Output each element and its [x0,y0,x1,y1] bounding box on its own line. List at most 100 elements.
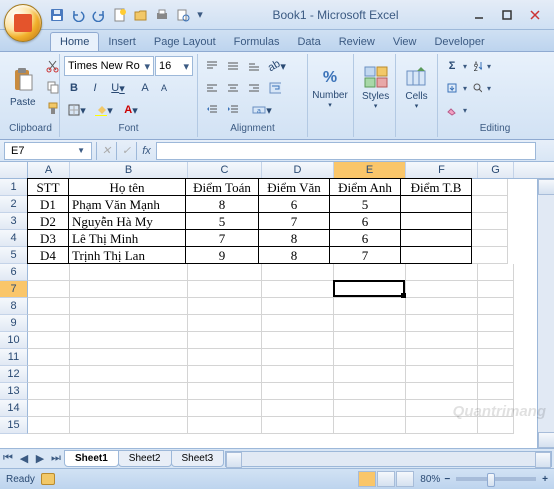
cell-C9[interactable] [188,315,262,332]
cell-G6[interactable] [478,264,514,281]
cell-A10[interactable] [28,332,70,349]
cell-D9[interactable] [262,315,334,332]
cell-E11[interactable] [334,349,406,366]
cell-B7[interactable] [70,281,188,298]
tab-data[interactable]: Data [288,33,329,51]
sheet-nav-first[interactable]: ⏮ [0,451,16,467]
cell-C12[interactable] [188,366,262,383]
cell-E9[interactable] [334,315,406,332]
cell-E7[interactable] [334,281,406,298]
cell-E12[interactable] [334,366,406,383]
row-header-13[interactable]: 13 [0,383,28,400]
office-button[interactable] [4,4,42,42]
underline-button[interactable]: U▾ [106,78,130,98]
page-layout-view-button[interactable] [377,471,395,487]
worksheet-grid[interactable]: ABCDEFG 1STTHọ tênĐiểm ToánĐiểm VănĐiểm … [0,162,554,448]
row-header-3[interactable]: 3 [0,213,28,230]
cell-B4[interactable]: Lê Thị Minh [68,229,186,247]
cell-A4[interactable]: D3 [27,229,69,247]
vertical-scrollbar[interactable] [537,179,554,448]
cell-D2[interactable]: 6 [258,195,330,213]
cell-C11[interactable] [188,349,262,366]
fx-button[interactable]: fx [136,142,156,160]
cell-G9[interactable] [478,315,514,332]
cell-C13[interactable] [188,383,262,400]
cell-C4[interactable]: 7 [185,229,259,247]
cell-D5[interactable]: 8 [258,246,330,264]
styles-button[interactable]: Styles▾ [358,56,393,118]
cell-A13[interactable] [28,383,70,400]
row-header-4[interactable]: 4 [0,230,28,247]
cell-F10[interactable] [406,332,478,349]
cell-F12[interactable] [406,366,478,383]
tab-view[interactable]: View [384,33,426,51]
formula-bar[interactable] [156,142,536,160]
cell-C6[interactable] [188,264,262,281]
cell-G10[interactable] [478,332,514,349]
cell-C14[interactable] [188,400,262,417]
zoom-out-button[interactable]: − [444,474,450,485]
cell-B1[interactable]: Họ tên [68,178,186,196]
column-header-D[interactable]: D [262,162,334,178]
cell-E10[interactable] [334,332,406,349]
sheet-nav-prev[interactable]: ◀ [16,451,32,467]
cell-E6[interactable] [334,264,406,281]
cell-G7[interactable] [478,281,514,298]
cell-E14[interactable] [334,400,406,417]
cell-G1[interactable] [472,179,508,196]
cell-A9[interactable] [28,315,70,332]
borders-button[interactable]: ▾ [64,100,90,120]
cell-D4[interactable]: 8 [258,229,330,247]
cell-F14[interactable] [406,400,478,417]
zoom-in-button[interactable]: + [542,474,548,485]
sheet-tab-sheet2[interactable]: Sheet2 [118,450,172,467]
cell-E5[interactable]: 7 [329,246,401,264]
cell-A5[interactable]: D4 [27,246,69,264]
align-center-button[interactable] [223,78,243,98]
tab-home[interactable]: Home [50,32,99,51]
cell-E4[interactable]: 6 [329,229,401,247]
sort-filter-button[interactable]: AZ [468,56,486,76]
cell-B14[interactable] [70,400,188,417]
print-preview-icon[interactable] [174,6,192,24]
paste-button[interactable]: Paste [6,56,40,118]
italic-button[interactable]: I [85,78,105,98]
cell-D8[interactable] [262,298,334,315]
cell-F6[interactable] [406,264,478,281]
cell-C2[interactable]: 8 [185,195,259,213]
redo-icon[interactable] [90,6,108,24]
cell-C15[interactable] [188,417,262,434]
cell-E1[interactable]: Điểm Anh [329,178,401,196]
cell-B3[interactable]: Nguyễn Hà My [68,212,186,230]
cell-E3[interactable]: 6 [329,212,401,230]
cell-F3[interactable] [400,212,472,230]
new-icon[interactable] [111,6,129,24]
sheet-tab-sheet3[interactable]: Sheet3 [171,450,225,467]
cell-G11[interactable] [478,349,514,366]
tab-review[interactable]: Review [330,33,384,51]
cell-G4[interactable] [472,230,508,247]
cell-F4[interactable] [400,229,472,247]
column-header-A[interactable]: A [28,162,70,178]
orientation-button[interactable]: ab▾ [265,56,289,76]
cell-F2[interactable] [400,195,472,213]
align-top-button[interactable] [202,56,222,76]
cell-F8[interactable] [406,298,478,315]
row-header-9[interactable]: 9 [0,315,28,332]
tab-insert[interactable]: Insert [99,33,145,51]
column-header-F[interactable]: F [406,162,478,178]
qat-customize-icon[interactable]: ▾ [195,6,205,24]
row-header-7[interactable]: 7 [0,281,28,298]
cell-G13[interactable] [478,383,514,400]
cell-C3[interactable]: 5 [185,212,259,230]
font-name-combo[interactable]: Times New Ro▾ [64,56,154,76]
wrap-text-button[interactable] [265,78,285,98]
cell-D1[interactable]: Điểm Văn [258,178,330,196]
save-icon[interactable] [48,6,66,24]
close-button[interactable] [522,6,548,24]
font-size-combo[interactable]: 16▾ [155,56,193,76]
cell-A11[interactable] [28,349,70,366]
select-all-corner[interactable] [0,162,28,178]
decrease-indent-button[interactable] [202,100,222,120]
column-header-B[interactable]: B [70,162,188,178]
